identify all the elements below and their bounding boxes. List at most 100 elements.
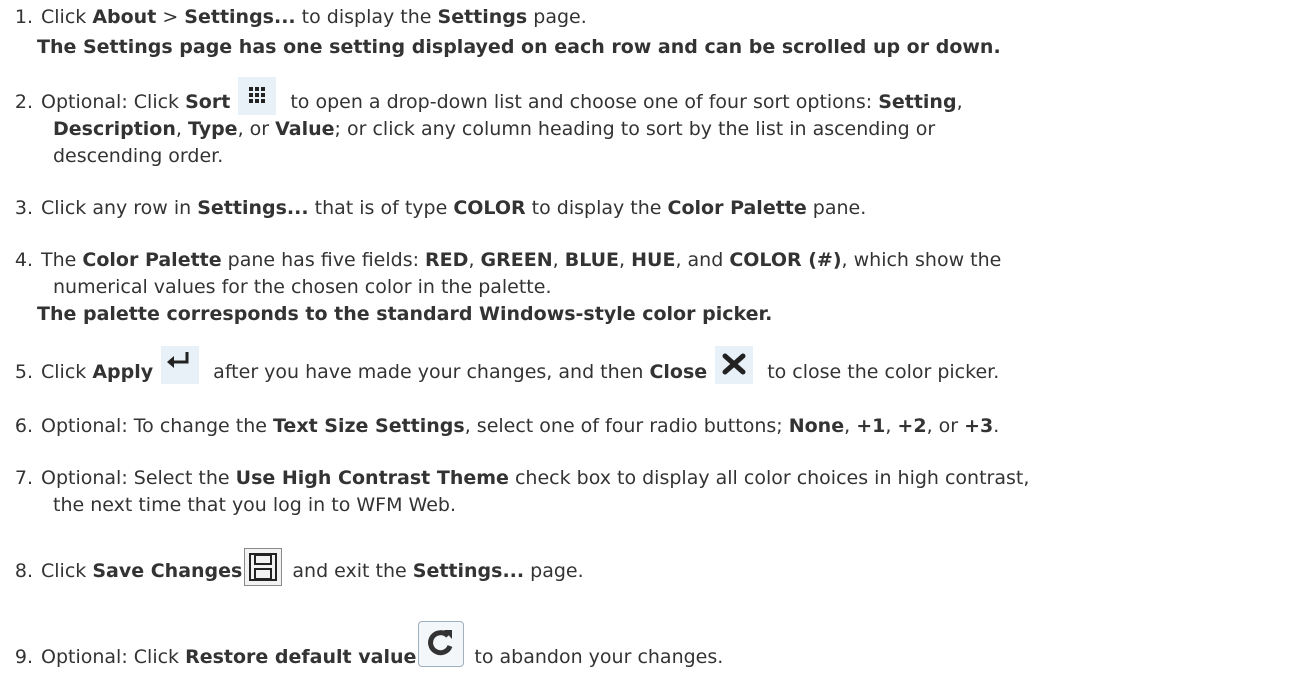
text-run: to display the — [525, 197, 668, 219]
text-run: Optional: Select the — [41, 467, 236, 489]
ui-term: HUE — [631, 249, 676, 271]
step-1: 1. Click About > Settings... to display t… — [0, 6, 587, 28]
text-run: . — [993, 415, 1000, 437]
ui-term: About — [92, 6, 157, 28]
text-run: , or — [237, 118, 276, 140]
ui-term: GREEN — [480, 249, 553, 271]
step-continuation: the next time that you log in to WFM Web… — [53, 494, 456, 516]
ui-term: Type — [187, 118, 238, 140]
text-run: page. — [527, 6, 587, 28]
ui-term: COLOR (#) — [729, 249, 842, 271]
ui-term: +3 — [964, 415, 994, 437]
text-run: , — [468, 249, 481, 271]
step-number: 5. — [14, 361, 33, 383]
step-text: The Color Palette pane has five fields: … — [41, 249, 1001, 271]
text-run: > — [156, 6, 185, 28]
step-2: 2. Optional: Click Sort to open a drop-do… — [0, 77, 963, 115]
save-disk-icon — [244, 548, 283, 586]
text-run: Optional: To change the — [41, 415, 273, 437]
text-run: ; or click any column heading to sort by… — [334, 118, 936, 140]
text-run: pane has five fields: — [221, 249, 426, 271]
step-number: 7. — [14, 467, 33, 489]
step-number: 2. — [14, 91, 33, 113]
ui-term: Settings... — [412, 560, 525, 582]
step-3: 3. Click any row in Settings... that is o… — [0, 197, 866, 219]
step-text: Click Save Changes and exit the Settings… — [41, 548, 584, 586]
text-run: to close the color picker. — [761, 361, 1000, 383]
ui-term: Value — [275, 118, 335, 140]
ui-term: None — [788, 415, 845, 437]
ui-term: +2 — [897, 415, 927, 437]
step-number: 3. — [14, 197, 33, 219]
step-number: 1. — [14, 6, 33, 28]
text-run: , — [885, 415, 898, 437]
step-text: Click any row in Settings... that is of … — [41, 197, 866, 219]
text-run: , select one of four radio buttons; — [464, 415, 789, 437]
close-icon — [715, 346, 754, 384]
text-run: , — [552, 249, 565, 271]
text-run: that is of type — [308, 197, 454, 219]
text-run: Optional: Click — [41, 646, 186, 668]
text-run: descending order. — [53, 145, 224, 167]
ui-term: Restore default value — [185, 646, 417, 668]
step-8: 8. Click Save Changes and exit the Settin… — [0, 548, 584, 586]
text-run: numerical values for the chosen color in… — [53, 276, 552, 298]
ui-term: Sort — [185, 91, 231, 113]
text-run: check box to display all color choices i… — [508, 467, 1030, 489]
text-run: Click — [41, 560, 93, 582]
text-run: , which show the — [841, 249, 1002, 271]
ui-term: RED — [425, 249, 469, 271]
text-run: and exit the — [286, 560, 413, 582]
step-continuation: Description, Type, or Value; or click an… — [53, 118, 935, 140]
text-run: , and — [675, 249, 730, 271]
ui-term: Settings... — [197, 197, 309, 219]
step-9: 9. Optional: Click Restore default value … — [0, 621, 724, 668]
ui-term: Save Changes — [92, 560, 243, 582]
step-text: Optional: Click Restore default value to… — [41, 621, 724, 668]
step-text: Click Apply after you have made your cha… — [41, 346, 1000, 384]
step-continuation: numerical values for the chosen color in… — [53, 276, 552, 298]
ui-term: Settings... — [184, 6, 296, 28]
ui-term: +1 — [856, 415, 886, 437]
enter-arrow-icon — [161, 346, 200, 384]
text-run: page. — [524, 560, 584, 582]
step-note: The palette corresponds to the standard … — [37, 303, 773, 325]
step-number: 8. — [14, 560, 33, 582]
step-text: Optional: Select the Use High Contrast T… — [41, 467, 1029, 489]
text-run: The — [41, 249, 83, 271]
text-run: Optional: Click — [41, 91, 186, 113]
text-run: pane. — [806, 197, 867, 219]
text-run: after you have made your changes, and th… — [207, 361, 650, 383]
step-4: 4. The Color Palette pane has five fields… — [0, 249, 1001, 271]
ui-term: Color Palette — [82, 249, 222, 271]
step-text: Optional: Click Sort to open a drop-down… — [41, 77, 963, 115]
text-run: to abandon your changes. — [468, 646, 724, 668]
ui-term: BLUE — [564, 249, 620, 271]
step-note: The Settings page has one setting displa… — [37, 36, 1001, 58]
text-run: to display the — [295, 6, 438, 28]
text-run: , — [619, 249, 632, 271]
ui-term: Color Palette — [667, 197, 807, 219]
step-7: 7. Optional: Select the Use High Contrast… — [0, 467, 1030, 489]
ui-term: Description — [53, 118, 176, 140]
ui-term: Apply — [92, 361, 154, 383]
text-run: Click any row in — [41, 197, 198, 219]
step-continuation: descending order. — [53, 145, 223, 167]
ui-term: Settings — [437, 6, 528, 28]
text-run: the next time that you log in to WFM Web… — [53, 494, 456, 516]
step-number: 4. — [14, 249, 33, 271]
text-run: , — [956, 91, 963, 113]
text-run: , or — [926, 415, 965, 437]
step-text: Click About > Settings... to display the… — [41, 6, 587, 28]
text-run: , — [175, 118, 188, 140]
ui-term: COLOR — [453, 197, 526, 219]
refresh-icon — [418, 621, 465, 667]
ui-term: Text Size Settings — [273, 415, 465, 437]
grid-icon — [238, 77, 277, 115]
text-run: Click — [41, 361, 93, 383]
ui-term: Close — [649, 361, 708, 383]
step-5: 5. Click Apply after you have made your c… — [0, 346, 1000, 384]
step-text: Optional: To change the Text Size Settin… — [41, 415, 999, 437]
step-number: 6. — [14, 415, 33, 437]
text-run: to open a drop-down list and choose one … — [284, 91, 879, 113]
